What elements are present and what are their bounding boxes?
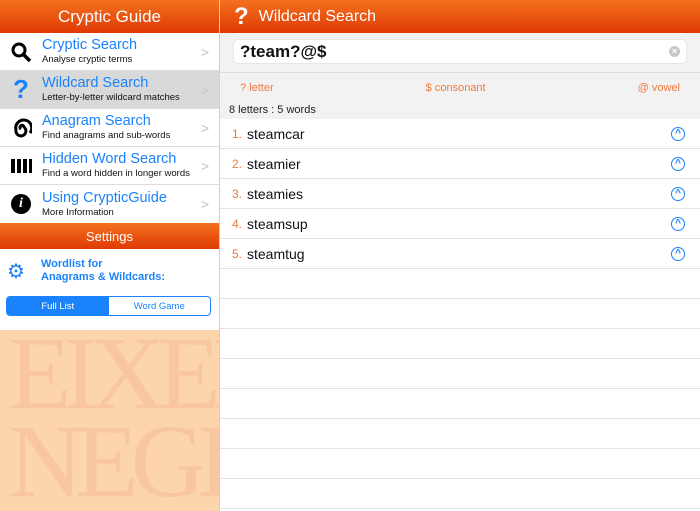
empty-row (220, 389, 700, 419)
menu-item-title: Cryptic Search (42, 37, 138, 53)
segment-full-list[interactable]: Full List (7, 297, 109, 315)
wordlist-label-line2: Anagrams & Wildcards: (41, 271, 165, 283)
result-word: steamies (247, 185, 304, 202)
result-count: 8 letters : 5 words (220, 103, 700, 119)
empty-row (220, 479, 700, 509)
settings-header: Settings (0, 223, 219, 249)
bars-icon (0, 158, 42, 174)
chevron-up-circle-icon[interactable]: ^ (671, 187, 685, 201)
legend-consonant[interactable]: $ consonant (426, 82, 486, 94)
result-row[interactable]: 3. steamies ^ (220, 179, 700, 209)
result-row[interactable]: 5. steamtug ^ (220, 239, 700, 269)
menu-item-using-crypticguide[interactable]: i Using CrypticGuide More Information > (0, 185, 219, 223)
menu-item-wildcard-search[interactable]: ? Wildcard Search Letter-by-letter wildca… (0, 71, 219, 109)
menu-item-title: Wildcard Search (42, 75, 149, 91)
empty-row (220, 449, 700, 479)
empty-row (220, 329, 700, 359)
legend-letter[interactable]: ? letter (240, 82, 274, 94)
chevron-right-icon: > (200, 82, 209, 98)
result-row[interactable]: 4. steamsup ^ (220, 209, 700, 239)
chevron-right-icon: > (200, 120, 209, 136)
sidebar: Cryptic Guide Cryptic Search Analyse cryp… (0, 0, 219, 511)
wildcard-legend: ? letter $ consonant @ vowel (220, 73, 700, 103)
chevron-up-circle-icon[interactable]: ^ (671, 127, 685, 141)
legend-vowel[interactable]: @ vowel (638, 82, 680, 94)
spiral-icon (0, 117, 42, 139)
chevron-up-circle-icon[interactable]: ^ (671, 217, 685, 231)
menu-item-title: Using CrypticGuide (42, 189, 167, 206)
chevron-up-circle-icon[interactable]: ^ (671, 157, 685, 171)
menu-item-title: Hidden Word Search (42, 151, 177, 167)
search-icon (0, 41, 42, 63)
result-number: 3. (232, 186, 243, 201)
menu-item-subtitle: More Information (42, 206, 114, 218)
result-number: 4. (232, 216, 243, 231)
result-number: 2. (232, 156, 243, 171)
result-number: 1. (232, 126, 243, 141)
sidebar-title: Cryptic Guide (0, 0, 219, 33)
main-header: ? Wildcard Search (220, 0, 700, 33)
clear-icon[interactable]: × (669, 46, 680, 57)
chevron-right-icon: > (200, 196, 209, 212)
gear-icon: ⚙ (7, 261, 25, 283)
segment-word-game[interactable]: Word Game (109, 297, 211, 315)
result-word: steamier (247, 155, 301, 172)
empty-row (220, 299, 700, 329)
results-list: 1. steamcar ^ 2. steamier ^ 3. steamies ^ 4. steam… (220, 119, 700, 509)
info-icon: i (0, 194, 42, 214)
search-area: ?team?@$ × (220, 33, 700, 73)
main-panel: ? Wildcard Search ?team?@$ × ? letter $ … (220, 0, 700, 511)
search-query: ?team?@$ (240, 41, 327, 61)
wordlist-label-line1: Wordlist for (41, 258, 103, 270)
question-icon: ? (234, 2, 249, 30)
result-row[interactable]: 1. steamcar ^ (220, 119, 700, 149)
question-icon: ? (13, 74, 29, 104)
menu-item-subtitle: Analyse cryptic terms (42, 54, 133, 65)
wordlist-segmented-control: Full List Word Game (6, 296, 211, 316)
chevron-right-icon: > (200, 158, 209, 174)
menu-item-title: Anagram Search (42, 113, 151, 129)
empty-row (220, 359, 700, 389)
result-word: steamsup (247, 215, 308, 232)
menu: Cryptic Search Analyse cryptic terms > ? … (0, 33, 219, 223)
empty-row (220, 269, 700, 299)
empty-row (220, 419, 700, 449)
wordlist-label: Wordlist for Anagrams & Wildcards: (41, 258, 165, 284)
result-row[interactable]: 2. steamier ^ (220, 149, 700, 179)
search-input[interactable]: ?team?@$ × (233, 39, 687, 64)
menu-item-subtitle: Letter-by-letter wildcard matches (42, 92, 180, 103)
chevron-up-circle-icon[interactable]: ^ (671, 247, 685, 261)
menu-item-cryptic-search[interactable]: Cryptic Search Analyse cryptic terms > (0, 33, 219, 71)
background-letters: EIXEF NEGHI (8, 316, 219, 511)
chevron-right-icon: > (200, 44, 209, 60)
result-word: steamcar (247, 125, 305, 142)
result-number: 5. (232, 246, 243, 261)
menu-item-subtitle: Find anagrams and sub-words (42, 130, 171, 141)
menu-item-subtitle: Find a word hidden in longer words (42, 168, 190, 179)
menu-item-hidden-word-search[interactable]: Hidden Word Search Find a word hidden in … (0, 147, 219, 185)
result-word: steamtug (247, 245, 305, 262)
main-title: Wildcard Search (258, 7, 377, 25)
menu-item-anagram-search[interactable]: Anagram Search Find anagrams and sub-word… (0, 109, 219, 147)
